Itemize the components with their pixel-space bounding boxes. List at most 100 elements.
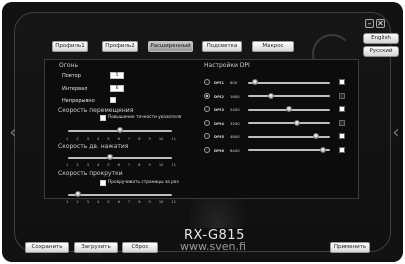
tick-label: 3	[86, 137, 89, 141]
tick-label: 4	[96, 200, 100, 204]
precision-checkbox[interactable]	[100, 115, 106, 121]
move-speed-thumb[interactable]	[117, 127, 123, 133]
dpi-level-value: 2400	[230, 107, 240, 112]
move-speed-ticks: 1 2 3 4 5 6 7 8 9 10 11	[66, 137, 176, 141]
continuous-checkbox[interactable]	[110, 97, 116, 103]
minimize-button[interactable]: –	[365, 19, 374, 28]
tick-label: 9	[148, 163, 151, 167]
tick-label: 7	[127, 200, 131, 204]
tab-profile1[interactable]: Профиль1	[52, 41, 88, 52]
tick-label: 11	[171, 200, 176, 204]
dpi-level-value: 1600	[230, 93, 240, 99]
tick-label: 7	[127, 163, 131, 167]
tick-label: 8	[138, 163, 141, 167]
tick-label: 10	[158, 137, 164, 141]
load-profile-button[interactable]: Загрузить проф.	[74, 242, 118, 259]
tick-label: 5	[107, 137, 110, 141]
dpi-slider-track[interactable]	[248, 122, 330, 124]
tick-label: 11	[171, 137, 176, 141]
dpi-color-indicator[interactable]	[339, 119, 345, 126]
repeat-input[interactable]: 5	[110, 72, 124, 79]
dpi-color-indicator[interactable]	[339, 106, 345, 112]
dpi-slider-track[interactable]	[248, 149, 330, 151]
scroll-speed-title: Скорость прокрутки	[58, 170, 123, 177]
tick-label: 2	[76, 163, 79, 167]
dpi-slider-thumb[interactable]	[294, 119, 301, 126]
tick-label: 9	[148, 200, 151, 204]
tick-label: 3	[86, 163, 89, 167]
settings-panel	[44, 59, 359, 199]
tick-label: 3	[86, 200, 89, 204]
dpi-level-name: DPI3	[214, 107, 224, 112]
tick-label: 11	[171, 163, 176, 167]
page-scroll-checkbox[interactable]	[100, 180, 106, 186]
dpi-slider-thumb[interactable]	[251, 79, 258, 85]
dblclick-speed-title: Скорость дв. нажатия	[58, 143, 129, 150]
tab-macro[interactable]: Макрос	[252, 41, 294, 52]
english-language-button[interactable]: English	[363, 33, 399, 44]
tick-label: 6	[117, 200, 120, 204]
dpi-slider-thumb[interactable]	[313, 133, 320, 139]
dpi-color-indicator[interactable]	[339, 79, 345, 85]
dpi-color-indicator[interactable]	[339, 92, 345, 99]
tab-profile2[interactable]: Профиль2	[102, 41, 138, 52]
right-arrow-icon[interactable]: ‹	[391, 120, 401, 146]
dpi-slider-thumb[interactable]	[286, 106, 292, 112]
tick-label: 1	[66, 200, 69, 204]
tick-label: 6	[117, 137, 120, 141]
dpi-slider-track[interactable]	[248, 95, 330, 97]
repeat-label: Повтор	[62, 73, 81, 79]
dpi-slider-track[interactable]	[248, 81, 330, 84]
dpi-level-name: DPI2	[214, 93, 224, 99]
save-profile-button[interactable]: Сохранить проф.	[25, 242, 69, 259]
dpi-level-name: DPI4	[214, 120, 224, 126]
tab-advanced[interactable]: Расширенный	[148, 41, 193, 52]
russian-language-button[interactable]: Русский	[363, 46, 399, 57]
reset-button[interactable]: Сброс	[122, 242, 158, 253]
tick-label: 1	[66, 137, 69, 141]
dpi-color-indicator[interactable]	[339, 146, 345, 153]
brand-url: www.sven.fi	[180, 240, 246, 253]
interval-input[interactable]: 6	[110, 85, 124, 92]
dblclick-speed-track[interactable]	[68, 157, 172, 159]
dpi-slider-thumb[interactable]	[320, 146, 327, 153]
apply-button[interactable]: Применить	[330, 242, 370, 253]
tick-label: 2	[76, 200, 79, 204]
dblclick-speed-thumb[interactable]	[106, 154, 113, 160]
tick-label: 5	[107, 163, 110, 167]
move-speed-title: Скорость перемещения	[58, 107, 134, 114]
dpi-radio[interactable]	[204, 146, 210, 153]
dpi-section-title: Настройки DPI	[204, 62, 250, 69]
dpi-level-name: DPI5	[214, 134, 224, 139]
continuous-label: Непрерывно	[62, 98, 95, 104]
scroll-speed-ticks: 1 2 3 4 5 6 7 8 9 10 11	[66, 200, 176, 204]
tick-label: 10	[158, 200, 164, 204]
dpi-level-name: DPI6	[214, 147, 224, 153]
tick-label: 4	[96, 137, 100, 141]
dpi-radio[interactable]	[204, 106, 210, 112]
dpi-radio[interactable]	[204, 92, 210, 99]
fire-section-title: Огонь	[59, 62, 79, 69]
dpi-radio[interactable]	[204, 119, 210, 126]
interval-label: Интервал	[62, 86, 88, 92]
precision-label: Повышение точности указателя	[108, 115, 182, 120]
close-button[interactable]: ✕	[376, 19, 385, 28]
tick-label: 8	[138, 137, 141, 141]
scroll-speed-track[interactable]	[68, 194, 172, 196]
dblclick-speed-ticks: 1 2 3 4 5 6 7 8 9 10 11	[66, 163, 176, 167]
tick-label: 6	[117, 163, 120, 167]
dpi-level-value: 800	[230, 80, 238, 85]
page-scroll-label: Прокручивать страницы за раз	[108, 180, 179, 185]
dpi-radio[interactable]	[204, 79, 210, 85]
dpi-color-indicator[interactable]	[339, 133, 345, 139]
tick-label: 5	[107, 200, 110, 204]
tab-lighting[interactable]: Подсветка	[202, 41, 242, 52]
tick-label: 1	[66, 163, 69, 167]
dpi-level-name: DPI1	[214, 80, 224, 85]
tick-label: 10	[158, 163, 164, 167]
dpi-slider-thumb[interactable]	[267, 92, 274, 99]
dpi-radio[interactable]	[204, 133, 210, 139]
dpi-level-value: 6400	[230, 147, 240, 153]
tick-label: 2	[76, 137, 79, 141]
left-arrow-icon[interactable]: ‹	[8, 120, 18, 146]
